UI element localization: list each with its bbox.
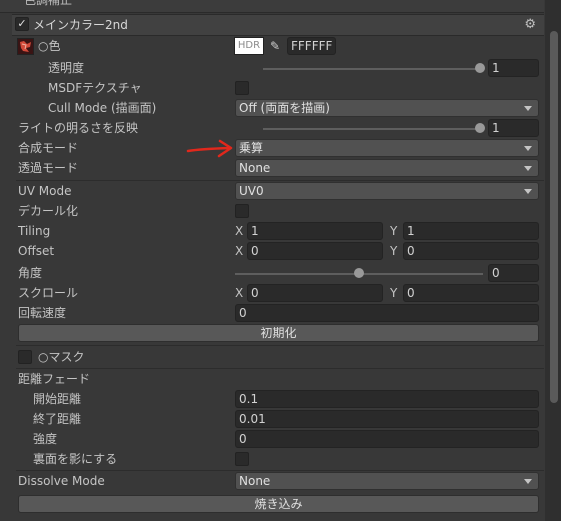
decal-checkbox[interactable] xyxy=(235,204,249,218)
opacity-slider-track[interactable] xyxy=(263,68,481,70)
bake-button[interactable]: 焼き込み xyxy=(18,495,539,513)
top-header-label: 色調補正 xyxy=(24,0,73,7)
section-title: メインカラー2nd xyxy=(33,18,128,32)
backface-shadow-label: 裏面を影にする xyxy=(33,452,118,466)
transparency-mode-dropdown[interactable]: None xyxy=(235,159,539,177)
hdr-label: HDR xyxy=(237,40,261,51)
chevron-down-icon xyxy=(524,166,532,171)
transparency-mode-label: 透過モード xyxy=(18,161,79,175)
divider xyxy=(16,345,544,346)
chevron-down-icon xyxy=(524,146,532,151)
fade-strength-input[interactable]: 0 xyxy=(235,430,539,448)
opacity-input[interactable]: 1 xyxy=(488,59,539,77)
blend-mode-value: 乗算 xyxy=(239,141,264,155)
blend-mode-dropdown[interactable]: 乗算 xyxy=(235,139,539,157)
offset-y-label: Y xyxy=(390,244,398,258)
color-hex-input[interactable]: FFFFFF xyxy=(287,37,336,55)
cull-mode-value: Off (両面を描画) xyxy=(239,101,330,115)
offset-y-input[interactable]: 0 xyxy=(403,242,539,260)
light-input[interactable]: 1 xyxy=(488,119,539,137)
fade-end-input[interactable]: 0.01 xyxy=(235,410,539,428)
section-enable-checkbox[interactable]: ✓ xyxy=(15,17,29,31)
tiling-x-label: X xyxy=(235,224,244,238)
angle-input[interactable]: 0 xyxy=(488,264,539,282)
hdr-color-swatch[interactable]: HDR xyxy=(234,37,264,55)
opacity-slider-thumb[interactable] xyxy=(475,63,485,73)
tiling-y-input[interactable]: 1 xyxy=(403,222,539,240)
msdf-checkbox[interactable] xyxy=(235,81,249,95)
scroll-label: スクロール xyxy=(18,286,79,300)
tiling-y-label: Y xyxy=(390,224,398,238)
scrollbar-track[interactable] xyxy=(545,0,561,521)
scroll-y-input[interactable]: 0 xyxy=(403,284,539,302)
uv-mode-value: UV0 xyxy=(239,184,264,198)
section-header[interactable]: ✓ メインカラー2nd ⚙ xyxy=(12,14,544,36)
offset-x-input[interactable]: 0 xyxy=(247,242,383,260)
texture-thumbnail-icon[interactable] xyxy=(17,38,34,55)
fade-start-label: 開始距離 xyxy=(33,392,82,406)
msdf-label: MSDFテクスチャ xyxy=(48,81,142,95)
decal-label: デカール化 xyxy=(18,204,79,218)
tiling-x-input[interactable]: 1 xyxy=(247,222,383,240)
scrollbar-thumb[interactable] xyxy=(550,31,558,403)
light-slider-thumb[interactable] xyxy=(475,123,485,133)
red-arrow-annotation xyxy=(186,139,233,158)
offset-x-label: X xyxy=(235,244,244,258)
opacity-label: 透明度 xyxy=(48,61,85,75)
dissolve-mode-dropdown[interactable]: None xyxy=(235,472,539,490)
tiling-label: Tiling xyxy=(18,224,51,238)
fade-start-input[interactable]: 0.1 xyxy=(235,390,539,408)
offset-label: Offset xyxy=(18,244,55,258)
reset-button[interactable]: 初期化 xyxy=(18,324,539,342)
mask-label: ○マスク xyxy=(38,350,85,364)
dissolve-mode-value: None xyxy=(239,474,271,488)
gear-icon[interactable]: ⚙ xyxy=(524,17,536,32)
dissolve-mode-label: Dissolve Mode xyxy=(18,474,105,488)
cull-mode-label: Cull Mode (描画面) xyxy=(48,101,157,115)
rotation-speed-input[interactable]: 0 xyxy=(235,304,539,322)
distance-fade-label: 距離フェード xyxy=(18,372,91,386)
fade-strength-label: 強度 xyxy=(33,432,58,446)
fade-end-label: 終了距離 xyxy=(33,412,82,426)
color-label: ○色 xyxy=(38,39,61,53)
chevron-down-icon xyxy=(524,106,532,111)
uv-mode-label: UV Mode xyxy=(18,184,72,198)
light-label: ライトの明るさを反映 xyxy=(18,121,139,135)
cull-mode-dropdown[interactable]: Off (両面を描画) xyxy=(235,99,539,117)
scroll-x-input[interactable]: 0 xyxy=(247,284,383,302)
uv-mode-dropdown[interactable]: UV0 xyxy=(235,182,539,200)
eyedropper-icon[interactable]: ✎ xyxy=(266,37,284,55)
rotation-speed-label: 回転速度 xyxy=(18,306,67,320)
top-header-bar: 色調補正 xyxy=(0,0,544,13)
angle-slider-thumb[interactable] xyxy=(354,268,364,278)
chevron-down-icon xyxy=(524,479,532,484)
transparency-mode-value: None xyxy=(239,161,271,175)
backface-shadow-checkbox[interactable] xyxy=(235,452,249,466)
chevron-down-icon xyxy=(524,189,532,194)
mask-checkbox[interactable] xyxy=(18,350,32,364)
scroll-x-label: X xyxy=(235,286,244,300)
light-slider-track[interactable] xyxy=(263,128,481,130)
scroll-y-label: Y xyxy=(390,286,398,300)
angle-label: 角度 xyxy=(18,266,43,280)
blend-mode-label: 合成モード xyxy=(18,141,79,155)
